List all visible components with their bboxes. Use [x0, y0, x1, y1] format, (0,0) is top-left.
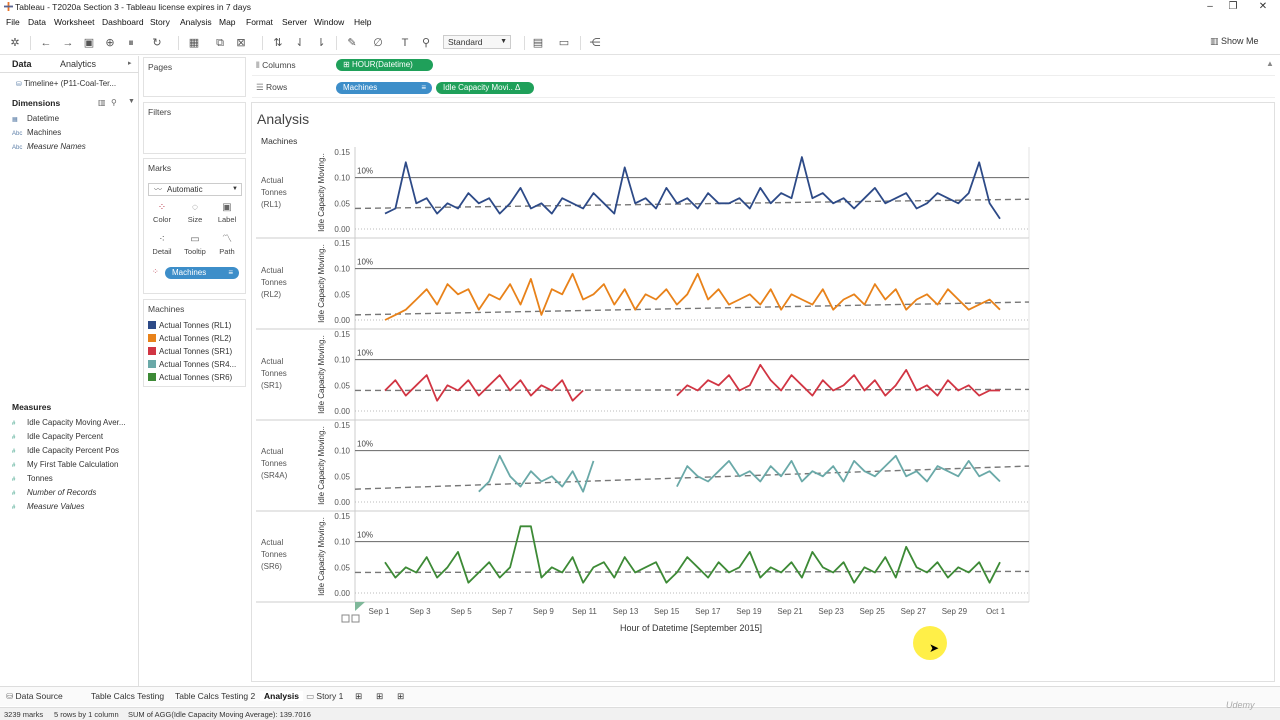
story-icon: ▭ — [306, 691, 317, 701]
x-tick-label: Sep 9 — [533, 607, 554, 616]
trend-line — [354, 301, 1030, 316]
series-line — [384, 156, 1001, 220]
y-tick-label: 0.15 — [334, 330, 350, 339]
x-tick-label: Sep 1 — [369, 607, 390, 616]
tab-table-calcs-testing[interactable]: Table Calcs Testing — [91, 691, 164, 701]
y-tick-label: 0.10 — [334, 265, 350, 274]
udemy-watermark: Udemy — [1226, 700, 1255, 710]
y-tick-label: 0.15 — [334, 512, 350, 521]
x-axis-title: Hour of Datetime [September 2015] — [620, 623, 762, 633]
x-tick-label: Sep 17 — [695, 607, 721, 616]
tab-table-calcs-testing-2[interactable]: Table Calcs Testing 2 — [175, 691, 255, 701]
y-tick-label: 0.05 — [334, 563, 350, 572]
y-tick-label: 0.10 — [334, 174, 350, 183]
y-tick-label: 0.00 — [334, 316, 350, 325]
y-tick-label: 0.00 — [334, 407, 350, 416]
collapse-icon — [341, 614, 350, 623]
y-tick-label: 0.05 — [334, 381, 350, 390]
y-axis-title: Idle Capacity Moving.. — [317, 426, 326, 505]
reference-line-label: 10% — [357, 167, 373, 176]
tab-story-1[interactable]: ▭ Story 1 — [306, 691, 343, 702]
series-line — [384, 374, 584, 402]
y-tick-label: 0.00 — [334, 589, 350, 598]
mouse-cursor-icon: ➤ — [929, 641, 940, 655]
status-sum: SUM of AGG(Idle Capacity Moving Average)… — [128, 710, 311, 719]
series-line — [676, 363, 1000, 397]
x-tick-label: Oct 1 — [986, 607, 1006, 616]
new-worksheet-tab-icon[interactable]: ⊞ — [355, 691, 362, 702]
new-story-tab-icon[interactable]: ⊞ — [397, 691, 404, 702]
x-tick-label: Sep 23 — [818, 607, 844, 616]
y-tick-label: 0.00 — [334, 498, 350, 507]
x-tick-label: Sep 29 — [942, 607, 968, 616]
series-line — [384, 525, 1001, 584]
series-line — [478, 454, 595, 493]
y-tick-label: 0.05 — [334, 199, 350, 208]
y-axis-title: Idle Capacity Moving.. — [317, 517, 326, 596]
y-tick-label: 0.15 — [334, 239, 350, 248]
reference-line-label: 10% — [357, 349, 373, 358]
x-tick-label: Sep 15 — [654, 607, 680, 616]
idle-capacity-chart[interactable]: 10% 0.00 0.05 0.10 0.15 Idle Capacity Moving.… — [0, 0, 1280, 720]
tab-data-source[interactable]: ⛁ Data Source — [6, 691, 63, 702]
x-tick-label: Sep 19 — [736, 607, 762, 616]
y-tick-label: 0.05 — [334, 290, 350, 299]
y-axis-title: Idle Capacity Moving.. — [317, 244, 326, 323]
x-tick-label: Sep 11 — [572, 607, 597, 616]
y-axis-title: Idle Capacity Moving.. — [317, 153, 326, 232]
y-tick-label: 0.00 — [334, 225, 350, 234]
y-tick-label: 0.10 — [334, 538, 350, 547]
x-tick-label: Sep 13 — [613, 607, 639, 616]
series-line — [676, 454, 1001, 488]
sheet-tab-bar: ⛁ Data Source Table Calcs Testing Table … — [0, 686, 1280, 706]
x-tick-label: Sep 25 — [860, 607, 886, 616]
axis-corner-marker — [355, 602, 365, 611]
status-marks: 3239 marks — [4, 710, 44, 719]
status-rows: 5 rows by 1 column — [54, 710, 119, 719]
y-axis-title: Idle Capacity Moving.. — [317, 335, 326, 414]
x-tick-label: Sep 27 — [901, 607, 927, 616]
status-bar: 3239 marks 5 rows by 1 column SUM of AGG… — [0, 707, 1280, 720]
x-tick-label: Sep 21 — [777, 607, 803, 616]
y-tick-label: 0.05 — [334, 472, 350, 481]
y-tick-label: 0.10 — [334, 356, 350, 365]
new-dashboard-tab-icon[interactable]: ⊞ — [376, 691, 383, 702]
y-tick-label: 0.15 — [334, 421, 350, 430]
x-tick-label: Sep 5 — [451, 607, 472, 616]
x-tick-label: Sep 7 — [492, 607, 513, 616]
y-tick-label: 0.10 — [334, 447, 350, 456]
reference-line-label: 10% — [357, 440, 373, 449]
tab-analysis[interactable]: Analysis — [260, 691, 303, 701]
expand-icon — [351, 614, 360, 623]
x-tick-label: Sep 3 — [410, 607, 431, 616]
y-tick-label: 0.15 — [334, 148, 350, 157]
reference-line-label: 10% — [357, 258, 373, 267]
reference-line-label: 10% — [357, 531, 373, 540]
